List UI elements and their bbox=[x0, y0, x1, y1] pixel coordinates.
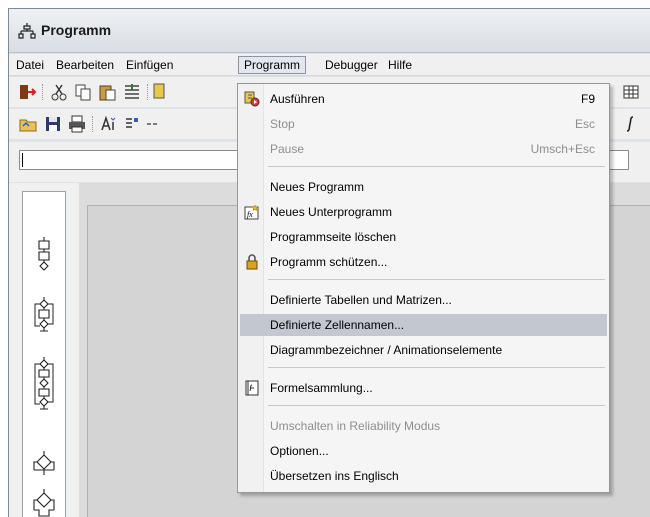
menu-bar: Datei Bearbeiten Einfügen Programm Debug… bbox=[9, 54, 650, 76]
svg-text:fx: fx bbox=[247, 210, 253, 219]
element-palette-panel bbox=[9, 183, 79, 517]
title-bar: Programm bbox=[9, 9, 650, 53]
align-icon[interactable] bbox=[122, 114, 142, 134]
menu-item-uebersetzen[interactable]: Übersetzen ins Englisch bbox=[240, 465, 607, 487]
open-folder-icon[interactable] bbox=[18, 114, 38, 134]
menu-separator bbox=[268, 279, 605, 280]
menu-item-programmseite-loeschen[interactable]: Programmseite löschen bbox=[240, 226, 607, 248]
branch-block-icon[interactable] bbox=[33, 450, 55, 476]
run-icon bbox=[244, 91, 260, 107]
menu-datei[interactable]: Datei bbox=[11, 56, 49, 74]
menu-item-label: Übersetzen ins Englisch bbox=[270, 469, 399, 483]
shortcut-label: F9 bbox=[580, 92, 595, 106]
menu-item-label: Definierte Tabellen und Matrizen... bbox=[270, 293, 452, 307]
menu-hilfe[interactable]: Hilfe bbox=[383, 56, 417, 74]
menu-item-neues-unterprogramm[interactable]: fx Neues Unterprogramm bbox=[240, 201, 607, 223]
save-icon[interactable] bbox=[43, 114, 63, 134]
menu-item-label: Definierte Zellennamen... bbox=[270, 318, 405, 332]
loop-block-icon[interactable] bbox=[33, 296, 55, 336]
menu-item-definierte-zellennamen[interactable]: Definierte Zellennamen... bbox=[240, 314, 607, 336]
font-size-icon[interactable] bbox=[99, 114, 119, 134]
menu-item-label: Formelsammlung... bbox=[270, 381, 373, 395]
menu-item-definierte-tabellen[interactable]: Definierte Tabellen und Matrizen... bbox=[240, 289, 607, 311]
shortcut-label: Umsch+Esc bbox=[530, 142, 595, 156]
menu-separator bbox=[268, 367, 605, 368]
menu-item-label: Ausführen bbox=[270, 92, 325, 106]
paste-icon[interactable] bbox=[97, 82, 117, 102]
switch-block-icon[interactable] bbox=[33, 488, 55, 517]
formula-book-icon bbox=[245, 380, 259, 396]
menu-item-label: Umschalten in Reliability Modus bbox=[270, 419, 441, 433]
sequence-block-icon[interactable] bbox=[33, 236, 55, 272]
menu-item-label: Pause bbox=[270, 142, 305, 156]
menu-item-ausfuehren[interactable]: Ausführen F9 bbox=[240, 88, 607, 110]
programm-dropdown-menu: Ausführen F9 Stop Esc Pause Umsch+Esc Ne… bbox=[237, 83, 610, 493]
integral-icon[interactable] bbox=[621, 114, 641, 134]
fx-icon: fx bbox=[244, 204, 259, 220]
exit-icon[interactable] bbox=[17, 82, 37, 102]
menu-item-label: Stop bbox=[270, 117, 295, 131]
menu-item-diagrammbezeichner[interactable]: Diagrammbezeichner / Animationselemente bbox=[240, 339, 607, 361]
menu-item-label: Programm schützen... bbox=[270, 255, 388, 269]
menu-item-stop[interactable]: Stop Esc bbox=[240, 113, 607, 135]
menu-separator bbox=[268, 166, 605, 167]
menu-bearbeiten[interactable]: Bearbeiten bbox=[51, 56, 119, 74]
menu-item-label: Neues Programm bbox=[270, 180, 365, 194]
menu-debugger[interactable]: Debugger bbox=[320, 56, 383, 74]
program-app-icon bbox=[18, 23, 36, 39]
text-caret bbox=[22, 153, 23, 167]
menu-item-programm-schuetzen[interactable]: Programm schützen... bbox=[240, 251, 607, 273]
cut-icon[interactable] bbox=[49, 82, 69, 102]
grid-icon[interactable] bbox=[621, 82, 641, 102]
insert-rows-icon[interactable] bbox=[122, 82, 142, 102]
menu-item-optionen[interactable]: Optionen... bbox=[240, 440, 607, 462]
print-icon[interactable] bbox=[67, 114, 87, 134]
flowchart-palette bbox=[22, 191, 66, 517]
lock-icon bbox=[246, 254, 258, 270]
dash-line-icon[interactable] bbox=[145, 114, 165, 134]
menu-separator bbox=[268, 405, 605, 406]
run-icon-partial[interactable] bbox=[152, 82, 172, 102]
menu-einfuegen[interactable]: Einfügen bbox=[121, 56, 178, 74]
menu-item-label: Programmseite löschen bbox=[270, 230, 397, 244]
nested-loop-block-icon[interactable] bbox=[33, 356, 55, 416]
copy-icon[interactable] bbox=[73, 82, 93, 102]
menu-item-pause[interactable]: Pause Umsch+Esc bbox=[240, 138, 607, 160]
window-title: Programm bbox=[41, 22, 112, 38]
menu-item-label: Diagrammbezeichner / Animationselemente bbox=[270, 343, 503, 357]
menu-item-neues-programm[interactable]: Neues Programm bbox=[240, 176, 607, 198]
shortcut-label: Esc bbox=[574, 117, 595, 131]
menu-programm[interactable]: Programm bbox=[238, 56, 307, 74]
menu-item-reliability-modus[interactable]: Umschalten in Reliability Modus bbox=[240, 415, 607, 437]
menu-item-label: Neues Unterprogramm bbox=[270, 205, 393, 219]
menu-item-label: Optionen... bbox=[270, 444, 329, 458]
menu-item-formelsammlung[interactable]: Formelsammlung... bbox=[240, 377, 607, 399]
